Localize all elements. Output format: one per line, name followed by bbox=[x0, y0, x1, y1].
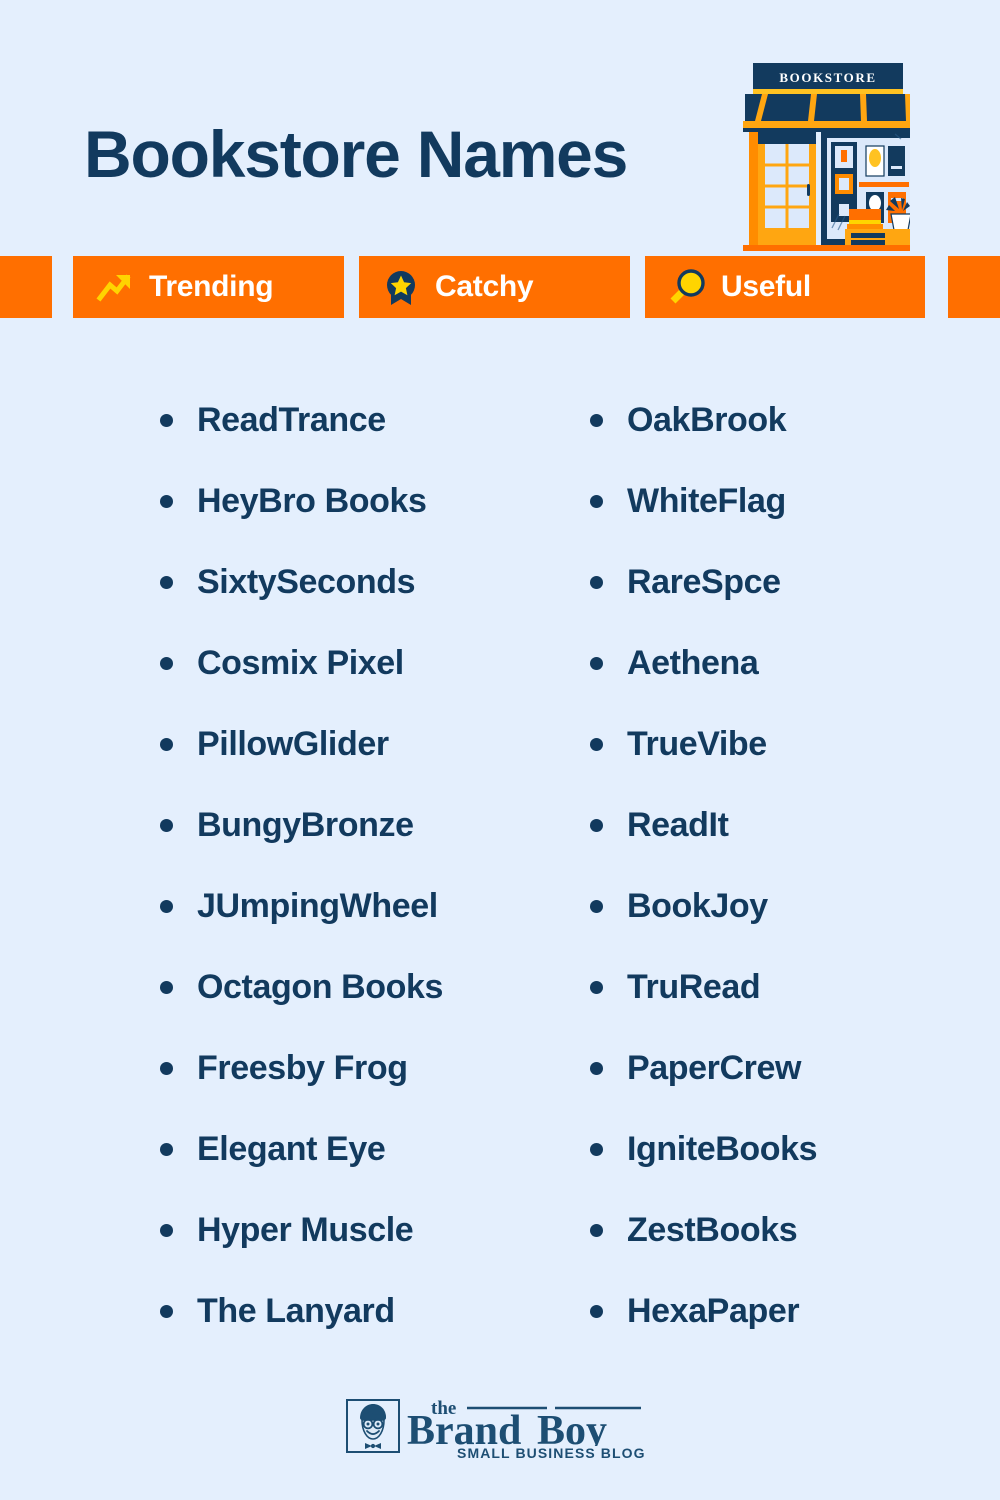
bullet-icon bbox=[590, 1305, 603, 1318]
name-label: JUmpingWheel bbox=[197, 887, 438, 925]
name-column-left: ReadTrance HeyBro Books SixtySeconds Cos… bbox=[160, 380, 580, 1352]
name-label: HeyBro Books bbox=[197, 482, 427, 520]
bullet-icon bbox=[160, 414, 173, 427]
list-item: RareSpce bbox=[590, 542, 1000, 623]
bullet-icon bbox=[590, 981, 603, 994]
bullet-icon bbox=[160, 981, 173, 994]
bullet-icon bbox=[590, 576, 603, 589]
page-title: Bookstore Names bbox=[84, 117, 628, 191]
bullet-icon bbox=[590, 1143, 603, 1156]
list-item: The Lanyard bbox=[160, 1271, 580, 1352]
list-item: ReadTrance bbox=[160, 380, 580, 461]
bullet-icon bbox=[590, 738, 603, 751]
bullet-icon bbox=[160, 819, 173, 832]
trending-up-arrow-icon bbox=[95, 267, 135, 307]
badge-catchy[interactable]: Catchy bbox=[359, 256, 630, 318]
bullet-icon bbox=[590, 657, 603, 670]
header: Bookstore Names BOOKSTORE bbox=[0, 0, 1000, 251]
badge-useful[interactable]: Useful bbox=[645, 256, 925, 318]
list-item: ZestBooks bbox=[590, 1190, 1000, 1271]
badge-useful-label: Useful bbox=[721, 270, 811, 303]
badge-trending[interactable]: Trending bbox=[73, 256, 344, 318]
name-label: BungyBronze bbox=[197, 806, 414, 844]
name-column-right: OakBrook WhiteFlag RareSpce Aethena True… bbox=[590, 380, 1000, 1352]
name-label: Aethena bbox=[627, 644, 759, 682]
list-item: Elegant Eye bbox=[160, 1109, 580, 1190]
list-item: SixtySeconds bbox=[160, 542, 580, 623]
name-label: IgniteBooks bbox=[627, 1130, 818, 1168]
name-label: RareSpce bbox=[627, 563, 781, 601]
list-item: HexaPaper bbox=[590, 1271, 1000, 1352]
logo-tagline: SMALL BUSINESS BLOG bbox=[457, 1445, 646, 1461]
list-item: WhiteFlag bbox=[590, 461, 1000, 542]
name-label: ReadIt bbox=[627, 806, 729, 844]
band-stub-left bbox=[0, 256, 52, 318]
name-label: ReadTrance bbox=[197, 401, 386, 439]
list-item: JUmpingWheel bbox=[160, 866, 580, 947]
list-item: PaperCrew bbox=[590, 1028, 1000, 1109]
name-label: PillowGlider bbox=[197, 725, 389, 763]
name-label: SixtySeconds bbox=[197, 563, 416, 601]
list-item: TruRead bbox=[590, 947, 1000, 1028]
name-label: ZestBooks bbox=[627, 1211, 798, 1249]
list-item: Cosmix Pixel bbox=[160, 623, 580, 704]
bullet-icon bbox=[160, 1143, 173, 1156]
bullet-icon bbox=[590, 900, 603, 913]
name-label: Cosmix Pixel bbox=[197, 644, 404, 682]
band-stub-right bbox=[948, 256, 1000, 318]
name-label: Hyper Muscle bbox=[197, 1211, 414, 1249]
list-item: Octagon Books bbox=[160, 947, 580, 1028]
brandboy-face-icon bbox=[346, 1399, 400, 1453]
name-label: Freesby Frog bbox=[197, 1049, 408, 1087]
bullet-icon bbox=[590, 495, 603, 508]
award-medal-star-icon bbox=[381, 267, 421, 307]
name-label: TruRead bbox=[627, 968, 761, 1006]
list-item: HeyBro Books bbox=[160, 461, 580, 542]
badge-bar: Trending Catchy Useful bbox=[0, 256, 1000, 318]
storefront-sign-text: BOOKSTORE bbox=[779, 70, 876, 85]
list-item: Hyper Muscle bbox=[160, 1190, 580, 1271]
brandboy-logo[interactable]: the Brand Boy SMALL BUSINESS BLOG bbox=[345, 1396, 655, 1468]
bullet-icon bbox=[160, 1305, 173, 1318]
name-label: WhiteFlag bbox=[627, 482, 786, 520]
list-item: Freesby Frog bbox=[160, 1028, 580, 1109]
bullet-icon bbox=[160, 1062, 173, 1075]
list-item: ReadIt bbox=[590, 785, 1000, 866]
bullet-icon bbox=[590, 414, 603, 427]
bullet-icon bbox=[160, 495, 173, 508]
bullet-icon bbox=[590, 819, 603, 832]
name-label: The Lanyard bbox=[197, 1292, 395, 1330]
name-label: TrueVibe bbox=[627, 725, 767, 763]
magnifying-glass-icon bbox=[667, 267, 707, 307]
badge-catchy-label: Catchy bbox=[435, 270, 534, 303]
list-item: IgniteBooks bbox=[590, 1109, 1000, 1190]
list-item: Aethena bbox=[590, 623, 1000, 704]
list-item: TrueVibe bbox=[590, 704, 1000, 785]
bullet-icon bbox=[160, 1224, 173, 1237]
name-label: BookJoy bbox=[627, 887, 768, 925]
bullet-icon bbox=[160, 657, 173, 670]
bullet-icon bbox=[590, 1062, 603, 1075]
bullet-icon bbox=[590, 1224, 603, 1237]
bullet-icon bbox=[160, 900, 173, 913]
list-item: BookJoy bbox=[590, 866, 1000, 947]
bookstore-storefront-illustration: BOOKSTORE bbox=[735, 58, 915, 254]
list-item: PillowGlider bbox=[160, 704, 580, 785]
name-label: Elegant Eye bbox=[197, 1130, 386, 1168]
bullet-icon bbox=[160, 738, 173, 751]
name-label: PaperCrew bbox=[627, 1049, 802, 1087]
name-lists: ReadTrance HeyBro Books SixtySeconds Cos… bbox=[0, 380, 1000, 1370]
name-label: OakBrook bbox=[627, 401, 787, 439]
name-label: HexaPaper bbox=[627, 1292, 800, 1330]
badge-trending-label: Trending bbox=[149, 270, 274, 303]
bullet-icon bbox=[160, 576, 173, 589]
list-item: BungyBronze bbox=[160, 785, 580, 866]
name-label: Octagon Books bbox=[197, 968, 444, 1006]
list-item: OakBrook bbox=[590, 380, 1000, 461]
